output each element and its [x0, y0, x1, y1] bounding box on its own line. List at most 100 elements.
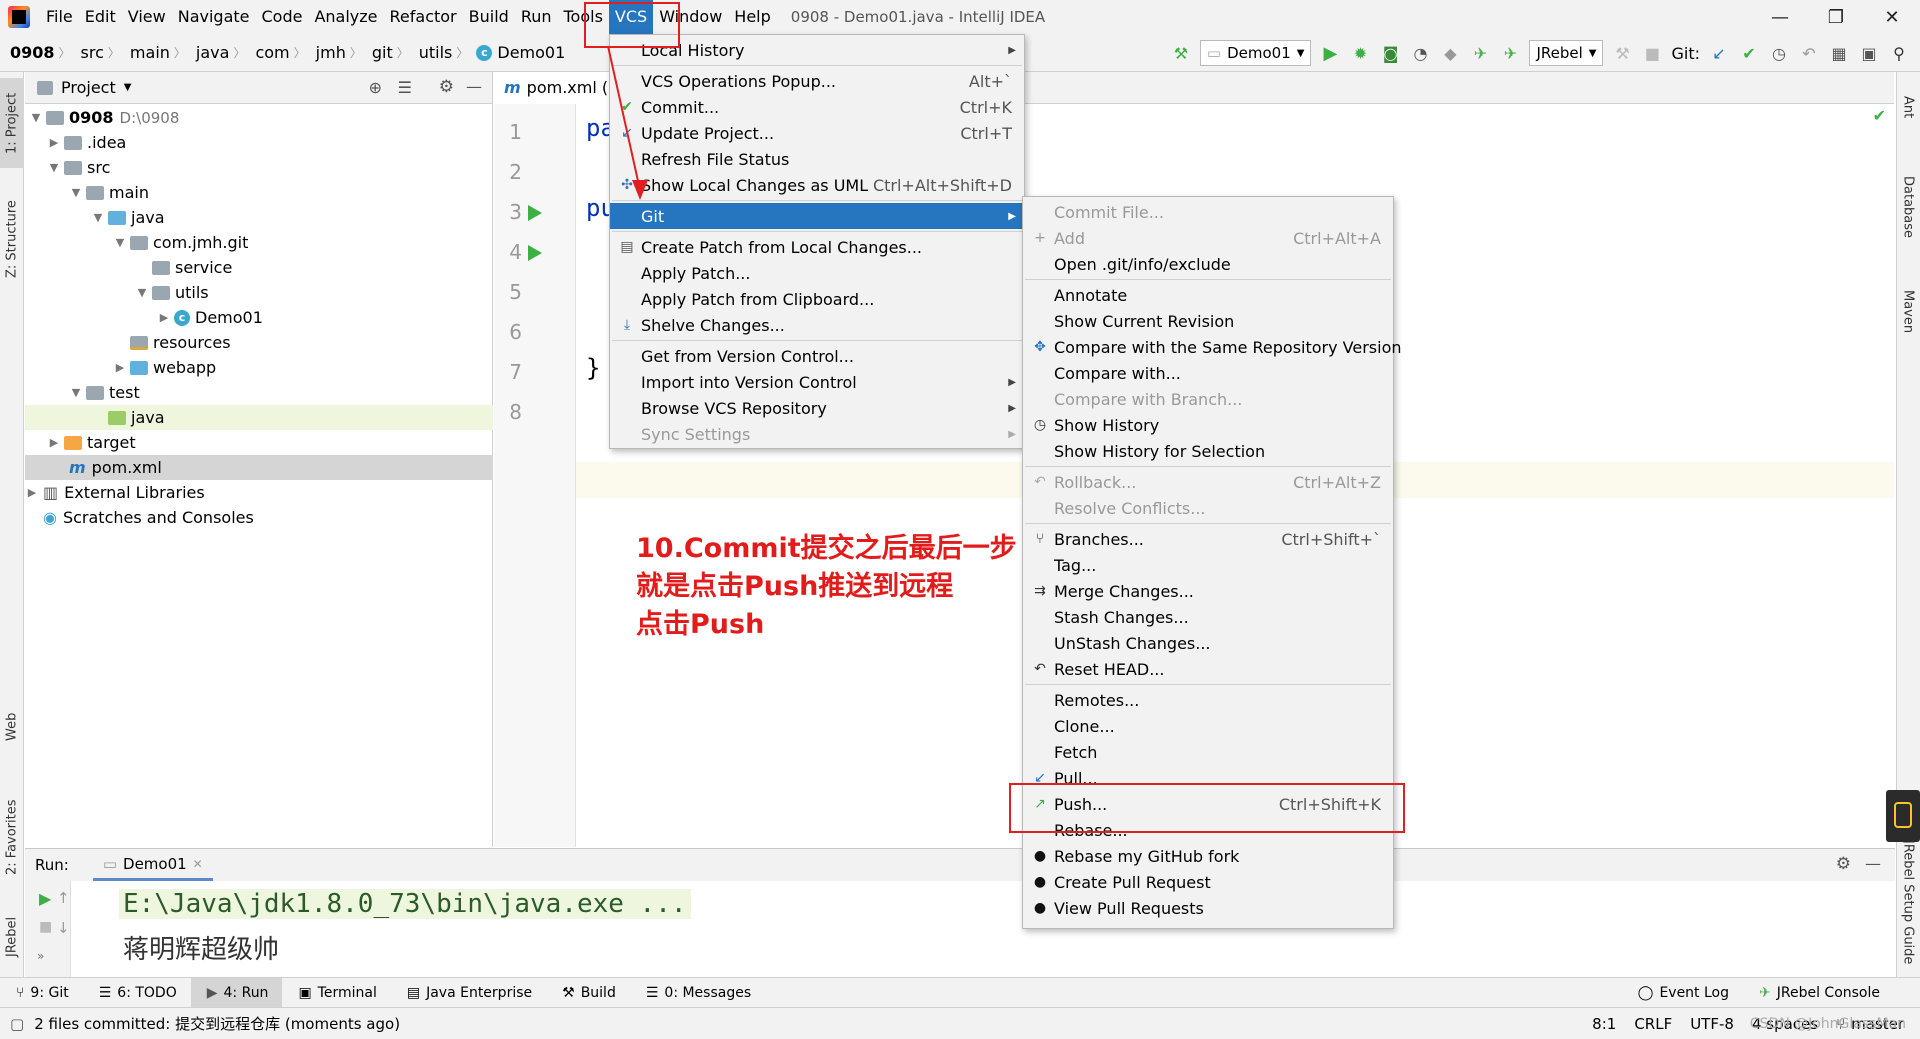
breadcrumb-item[interactable]: com — [245, 43, 293, 62]
bottom-tab-run[interactable]: ▶ 4: Run — [190, 977, 283, 1008]
expand-arrow-icon[interactable]: ▼ — [69, 186, 83, 199]
rollback-icon[interactable]: ↶ — [1798, 42, 1820, 64]
bottom-tab-git[interactable]: ⑂ 9: Git — [0, 978, 83, 1008]
breadcrumb-item[interactable]: jmh — [306, 43, 350, 62]
menu-item-sync-settings[interactable]: Sync Settings ▶ — [610, 421, 1024, 447]
menu-build[interactable]: Build — [463, 0, 515, 34]
menu-item-reset-head[interactable]: ↶ Reset HEAD... — [1023, 656, 1393, 682]
menu-item-create-patch[interactable]: ▤ Create Patch from Local Changes... — [610, 234, 1024, 260]
expand-arrow-icon[interactable]: ▶ — [157, 311, 171, 324]
menu-item-show-uml[interactable]: ✣ Show Local Changes as UML Ctrl+Alt+Shift… — [610, 172, 1024, 198]
bottom-tab-messages[interactable]: ☰ 0: Messages — [630, 978, 765, 1008]
menu-file[interactable]: File — [40, 0, 79, 34]
bottom-tab-build[interactable]: ⚒ Build — [546, 978, 630, 1008]
breadcrumb-item[interactable]: git — [362, 43, 397, 62]
debug-bug-icon[interactable]: ✹ — [1349, 42, 1371, 64]
tree-node[interactable]: ▶ ▥ External Libraries — [25, 480, 493, 505]
more-icon[interactable]: » — [37, 949, 44, 963]
tree-node[interactable]: ▼ com.jmh.git — [25, 230, 493, 255]
expand-arrow-icon[interactable]: ▶ — [113, 361, 127, 374]
project-panel-title[interactable]: Project — [61, 78, 116, 97]
expand-arrow-icon[interactable]: ▼ — [113, 236, 127, 249]
bottom-tab-jrebel-console[interactable]: ✈ JRebel Console — [1743, 978, 1920, 1008]
menu-item-clone[interactable]: Clone... — [1023, 713, 1393, 739]
menu-edit[interactable]: Edit — [79, 0, 122, 34]
expand-arrow-icon[interactable]: ▶ — [47, 436, 61, 449]
menu-item-resolve-conflicts[interactable]: Resolve Conflicts... — [1023, 495, 1393, 521]
hide-panel-icon[interactable]: — — [466, 77, 482, 96]
scroll-up-icon[interactable]: ↑ — [57, 889, 70, 907]
menu-help[interactable]: Help — [728, 0, 776, 34]
tool-tab-project[interactable]: 1: Project — [0, 78, 24, 168]
menu-item-compare-branch[interactable]: Compare with Branch... — [1023, 386, 1393, 412]
menu-run[interactable]: Run — [515, 0, 558, 34]
breadcrumb-item[interactable]: 0908 — [0, 43, 59, 62]
run-icon[interactable]: ▶ — [1319, 42, 1341, 64]
close-tab-icon[interactable]: ✕ — [193, 857, 203, 871]
tool-tab-web[interactable]: Web — [0, 702, 24, 752]
menu-item-annotate[interactable]: Annotate — [1023, 282, 1393, 308]
menu-item-get-from-vcs[interactable]: Get from Version Control... — [610, 343, 1024, 369]
menu-refactor[interactable]: Refactor — [384, 0, 463, 34]
hide-panel-icon[interactable]: — — [1865, 854, 1881, 873]
bottom-tab-todo[interactable]: ☰ 6: TODO — [83, 978, 191, 1008]
menu-code[interactable]: Code — [256, 0, 309, 34]
coverage-icon[interactable]: ◙ — [1379, 42, 1401, 64]
menu-analyze[interactable]: Analyze — [308, 0, 383, 34]
tree-node[interactable]: ▼ main — [25, 180, 493, 205]
menu-item-add[interactable]: + Add Ctrl+Alt+A — [1023, 225, 1393, 251]
profile-icon[interactable]: ◔ — [1409, 42, 1431, 64]
breadcrumb-item[interactable]: main — [120, 43, 174, 62]
gear-icon[interactable]: ⚙ — [439, 77, 454, 97]
menu-item-apply-patch[interactable]: Apply Patch... — [610, 260, 1024, 286]
locate-icon[interactable]: ⊕ — [369, 78, 382, 97]
bottom-tab-event-log[interactable]: ◯ Event Log — [1622, 978, 1743, 1008]
menu-item-compare-same-version[interactable]: ✥ Compare with the Same Repository Versio… — [1023, 334, 1401, 360]
tool-tab-database[interactable]: Database — [1896, 152, 1920, 262]
run-config-select[interactable]: ▭ Demo01 ▼ — [1199, 40, 1312, 66]
menu-navigate[interactable]: Navigate — [172, 0, 256, 34]
jrebel-debug-icon[interactable]: ✈ — [1499, 42, 1521, 64]
run-gutter-icon[interactable] — [528, 245, 542, 261]
stop-gray-icon[interactable]: ◆ — [1439, 42, 1461, 64]
hammer-gray-icon[interactable]: ⚒ — [1611, 42, 1633, 64]
expand-arrow-icon[interactable]: ▼ — [47, 161, 61, 174]
menu-item-rebase-fork[interactable]: ● Rebase my GitHub fork — [1023, 843, 1393, 869]
tree-node[interactable]: ▶ target — [25, 430, 493, 455]
menu-item-refresh-status[interactable]: Refresh File Status — [610, 146, 1024, 172]
tree-node[interactable]: ▶ webapp — [25, 355, 493, 380]
expand-arrow-icon[interactable]: ▼ — [91, 211, 105, 224]
stop-icon[interactable]: ■ — [1641, 42, 1663, 64]
minimize-button[interactable]: — — [1752, 0, 1808, 34]
tool-tab-structure[interactable]: Z: Structure — [0, 184, 24, 294]
menu-item-remotes[interactable]: Remotes... — [1023, 687, 1393, 713]
tree-node[interactable]: ▼ test — [25, 380, 493, 405]
run-tab-demo01[interactable]: ▭ Demo01 ✕ — [92, 849, 213, 881]
breadcrumb-item[interactable]: utils — [409, 43, 457, 62]
breadcrumb-item[interactable]: java — [186, 43, 234, 62]
menu-item-update-project[interactable]: ↙Update Project...Ctrl+T — [610, 120, 1024, 146]
tree-node-selected[interactable]: m pom.xml — [25, 455, 493, 480]
expand-arrow-icon[interactable]: ▼ — [29, 111, 43, 124]
menu-item-show-history[interactable]: ◷ Show History — [1023, 412, 1393, 438]
menu-view[interactable]: View — [122, 0, 172, 34]
status-encoding[interactable]: UTF-8 — [1690, 1015, 1734, 1033]
tree-node-root[interactable]: ▼ 0908 D:\0908 — [25, 105, 493, 130]
tool-tab-ant[interactable]: Ant — [1896, 82, 1920, 132]
bottom-tab-terminal[interactable]: ▣ Terminal — [282, 978, 390, 1008]
tree-node[interactable]: ▼ utils — [25, 280, 493, 305]
tree-node[interactable]: ▼ src — [25, 155, 493, 180]
rerun-icon[interactable]: ▶ — [39, 889, 51, 908]
expand-arrow-icon[interactable]: ▼ — [135, 286, 149, 299]
menu-item-show-current-revision[interactable]: Show Current Revision — [1023, 308, 1393, 334]
bottom-tab-java-enterprise[interactable]: ▤ Java Enterprise — [391, 978, 546, 1008]
menu-item-fetch[interactable]: Fetch — [1023, 739, 1393, 765]
run-gutter-icon[interactable] — [528, 205, 542, 221]
expand-arrow-icon[interactable]: ▶ — [47, 136, 61, 149]
status-message[interactable]: 2 files committed: 提交到远程仓库 (moments ago) — [34, 1013, 400, 1034]
jrebel-run-icon[interactable]: ✈ — [1469, 42, 1491, 64]
tree-node[interactable]: ▶ c Demo01 — [25, 305, 493, 330]
tree-node[interactable]: ▼ java — [25, 205, 493, 230]
restore-button[interactable]: ❐ — [1808, 0, 1864, 34]
menu-item-merge[interactable]: ⇉ Merge Changes... — [1023, 578, 1393, 604]
